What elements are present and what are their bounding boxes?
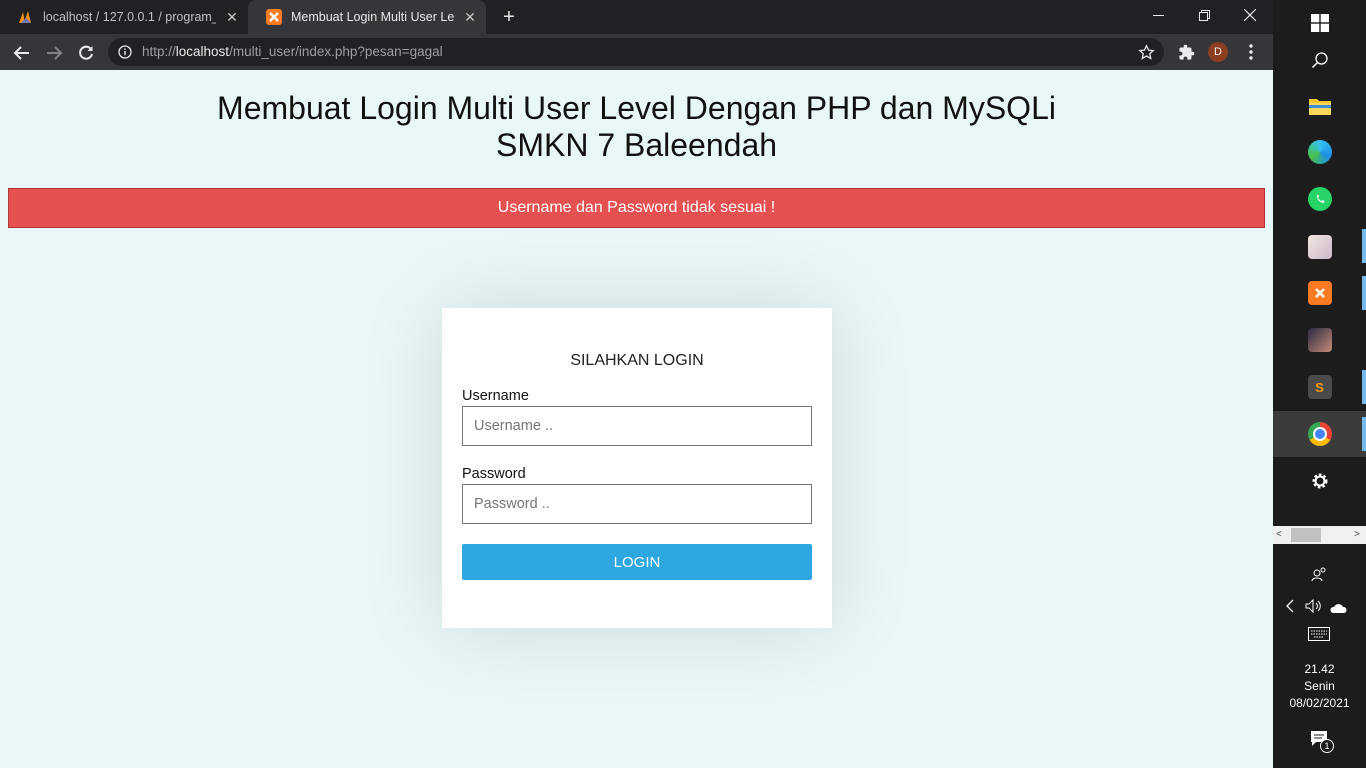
scroll-right-arrow-icon[interactable]: > bbox=[1354, 529, 1360, 540]
new-tab-button[interactable]: + bbox=[497, 6, 521, 28]
heading-line-1: Membuat Login Multi User Level Dengan PH… bbox=[217, 90, 1056, 126]
heading-line-2: SMKN 7 Baleendah bbox=[495, 127, 778, 163]
url-host: localhost bbox=[175, 44, 230, 59]
restore-button[interactable] bbox=[1181, 0, 1227, 30]
tab-strip: localhost / 127.0.0.1 / program_s ✕ Memb… bbox=[0, 0, 1273, 34]
xampp-icon bbox=[1307, 281, 1332, 305]
taskbar-anime-app-2[interactable] bbox=[1273, 317, 1366, 363]
login-card: SILAHKAN LOGIN Username Password LOGIN bbox=[442, 308, 832, 628]
tab-title: Membuat Login Multi User Level bbox=[291, 10, 454, 24]
taskbar-file-explorer[interactable] bbox=[1273, 83, 1366, 129]
taskbar-settings[interactable] bbox=[1273, 458, 1366, 504]
clock-day: Senin bbox=[1304, 679, 1335, 693]
clock-date: 08/02/2021 bbox=[1289, 696, 1350, 710]
profile-avatar[interactable]: D bbox=[1208, 42, 1228, 62]
login-title: SILAHKAN LOGIN bbox=[570, 352, 704, 369]
bookmark-star-icon[interactable] bbox=[1138, 44, 1155, 66]
windows-logo-icon bbox=[1310, 14, 1329, 32]
running-indicator bbox=[1362, 229, 1366, 263]
chrome-icon bbox=[1307, 422, 1332, 446]
keyboard-icon[interactable] bbox=[1308, 627, 1330, 646]
close-tab-icon[interactable]: ✕ bbox=[224, 9, 240, 25]
taskbar-edge[interactable] bbox=[1273, 129, 1366, 175]
sublime-text-icon: S bbox=[1307, 375, 1332, 399]
action-center-icon[interactable]: 1 bbox=[1310, 730, 1334, 755]
scroll-thumb[interactable] bbox=[1291, 528, 1321, 542]
running-indicator bbox=[1362, 276, 1366, 310]
tab-phpmyadmin[interactable]: localhost / 127.0.0.1 / program_s ✕ bbox=[0, 0, 248, 34]
notification-count-badge: 1 bbox=[1320, 739, 1334, 753]
taskbar-xampp[interactable] bbox=[1273, 270, 1366, 316]
running-indicator bbox=[1362, 417, 1366, 451]
anime-character-icon bbox=[1307, 328, 1332, 352]
url-path: /multi_user/index.php?pesan=gagal bbox=[229, 44, 443, 59]
url-scheme: http:// bbox=[142, 44, 176, 59]
running-indicator bbox=[1362, 370, 1366, 404]
login-button[interactable]: LOGIN bbox=[462, 544, 812, 580]
show-hidden-icons-chevron-icon[interactable] bbox=[1284, 599, 1296, 618]
taskbar-sublime-text[interactable]: S bbox=[1273, 364, 1366, 410]
browser-window: localhost / 127.0.0.1 / program_s ✕ Memb… bbox=[0, 0, 1273, 768]
username-label: Username bbox=[462, 388, 529, 404]
reload-button[interactable] bbox=[73, 40, 99, 66]
close-window-button[interactable] bbox=[1227, 0, 1273, 30]
volume-icon[interactable] bbox=[1305, 598, 1323, 618]
scroll-left-arrow-icon[interactable]: < bbox=[1276, 529, 1282, 540]
tab-title: localhost / 127.0.0.1 / program_s bbox=[43, 10, 216, 24]
back-button[interactable] bbox=[9, 40, 35, 66]
url-text[interactable]: http://localhost/multi_user/index.php?pe… bbox=[142, 38, 443, 66]
search-button[interactable] bbox=[1273, 37, 1366, 83]
forward-button[interactable] bbox=[41, 40, 67, 66]
taskbar-scrollbar[interactable]: < > bbox=[1273, 526, 1366, 544]
minimize-button[interactable] bbox=[1135, 0, 1181, 30]
taskbar-anime-app-1[interactable] bbox=[1273, 224, 1366, 270]
taskbar-chrome[interactable] bbox=[1273, 411, 1366, 457]
gear-icon bbox=[1312, 473, 1327, 489]
error-alert: Username dan Password tidak sesuai ! bbox=[8, 188, 1265, 228]
whatsapp-icon bbox=[1307, 187, 1332, 211]
username-input[interactable] bbox=[462, 406, 812, 446]
clock-time: 21.42 bbox=[1304, 662, 1335, 676]
taskbar-whatsapp[interactable] bbox=[1273, 176, 1366, 222]
xampp-icon bbox=[266, 9, 282, 25]
password-input[interactable] bbox=[462, 484, 812, 524]
folder-icon bbox=[1308, 94, 1332, 118]
page-heading: Membuat Login Multi User Level Dengan PH… bbox=[0, 90, 1273, 164]
anime-avatar-icon bbox=[1307, 235, 1332, 259]
system-clock[interactable]: 21.42 Senin 08/02/2021 bbox=[1273, 661, 1366, 712]
people-icon[interactable] bbox=[1310, 566, 1328, 589]
extensions-puzzle-icon[interactable] bbox=[1178, 44, 1195, 66]
more-menu-icon[interactable] bbox=[1243, 43, 1259, 66]
page-viewport: Membuat Login Multi User Level Dengan PH… bbox=[0, 70, 1273, 768]
info-icon[interactable] bbox=[118, 45, 132, 64]
search-icon bbox=[1311, 52, 1328, 69]
windows-taskbar: S < > 21.42 Senin 08/02/2021 1 bbox=[1273, 0, 1366, 768]
phpmyadmin-icon bbox=[18, 9, 34, 25]
close-tab-icon[interactable]: ✕ bbox=[462, 9, 478, 25]
tab-login-page[interactable]: Membuat Login Multi User Level ✕ bbox=[248, 0, 486, 34]
onedrive-cloud-icon[interactable] bbox=[1329, 601, 1347, 619]
edge-icon bbox=[1307, 140, 1332, 164]
password-label: Password bbox=[462, 466, 526, 482]
